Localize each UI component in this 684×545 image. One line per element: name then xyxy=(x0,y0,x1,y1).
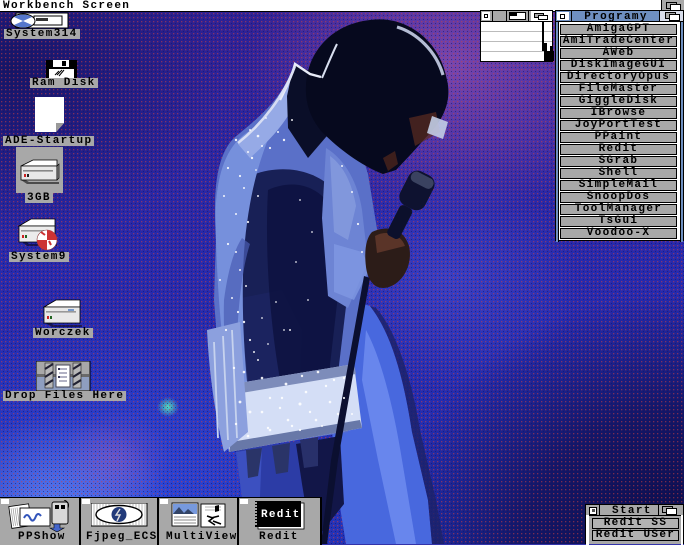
svg-text:Redit: Redit xyxy=(261,509,301,521)
